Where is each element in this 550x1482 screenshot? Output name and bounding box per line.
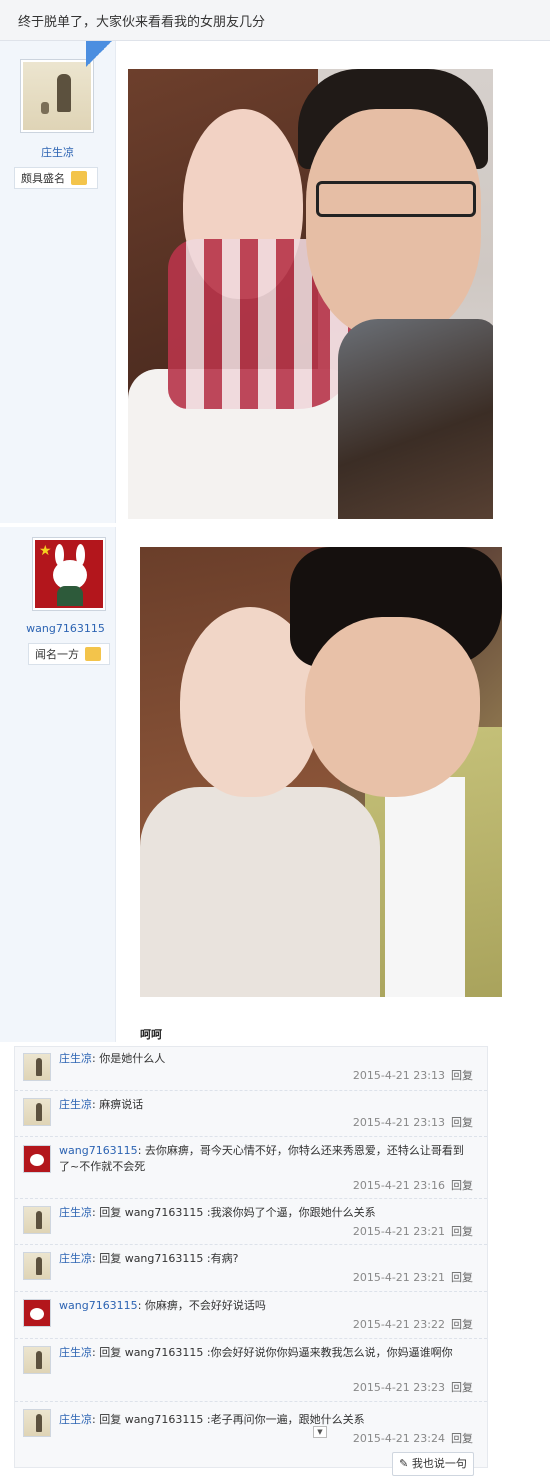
- reply-username[interactable]: 庄生凉: [59, 1413, 92, 1426]
- avatar[interactable]: [23, 1145, 51, 1173]
- list-item: 庄生凉: 回复 wang7163115 :老子再问你一遍，跟她什么关系 2015…: [15, 1402, 487, 1452]
- list-item: wang7163115: 去你麻痹，哥今天心情不好，你特么还来秀恩爱，还特么让哥…: [15, 1137, 487, 1199]
- post-username[interactable]: 庄生凉: [0, 144, 115, 160]
- reply-text: 回复 wang7163115 :老子再问你一遍，跟她什么关系: [99, 1413, 365, 1426]
- reply-link[interactable]: 回复: [451, 1318, 473, 1331]
- pencil-icon: ✎: [399, 1457, 409, 1470]
- list-item: wang7163115: 你麻痹，不会好好说话吗 2015-4-21 23:22…: [15, 1292, 487, 1339]
- list-item: 庄生凉: 麻痹说话 2015-4-21 23:13 回复: [15, 1091, 487, 1137]
- level-title: 闻名一方: [35, 648, 79, 661]
- reply-username[interactable]: 庄生凉: [59, 1052, 92, 1065]
- avatar[interactable]: [23, 1053, 51, 1081]
- reply-link[interactable]: 回复: [451, 1381, 473, 1394]
- reply-username[interactable]: 庄生凉: [59, 1346, 92, 1359]
- reply-time: 2015-4-21 23:16: [352, 1179, 445, 1192]
- reply-text: 麻痹说话: [99, 1098, 144, 1111]
- list-item: 庄生凉: 回复 wang7163115 :有病? 2015-4-21 23:21…: [15, 1245, 487, 1292]
- reply-time: 2015-4-21 23:23: [352, 1381, 445, 1394]
- reply-list: 庄生凉: 你是她什么人 2015-4-21 23:13 回复 庄生凉: 麻痹说话 …: [14, 1046, 488, 1468]
- avatar[interactable]: [23, 1409, 51, 1437]
- op-corner-tag: [86, 41, 112, 67]
- reply-username[interactable]: 庄生凉: [59, 1252, 92, 1265]
- reply-text: 回复 wang7163115 :你会好好说你你妈逼来教我怎么说，你妈逼谁啊你: [99, 1346, 453, 1359]
- reply-time: 2015-4-21 23:21: [352, 1271, 445, 1284]
- list-item: 庄生凉: 回复 wang7163115 :我滚你妈了个逼，你跟她什么关系 201…: [15, 1199, 487, 1245]
- reply-link[interactable]: 回复: [451, 1116, 473, 1129]
- reply-time: 2015-4-21 23:13: [352, 1069, 445, 1082]
- avatar[interactable]: [23, 1252, 51, 1280]
- reply-text: 你是她什么人: [99, 1052, 166, 1065]
- post-1: 庄生凉 颇具盛名: [0, 41, 550, 523]
- level-badge: 闻名一方: [28, 643, 110, 665]
- say-something-button[interactable]: ✎ 我也说一句: [392, 1452, 474, 1476]
- reply-link[interactable]: 回复: [451, 1432, 473, 1445]
- reply-time: 2015-4-21 23:22: [352, 1318, 445, 1331]
- reply-username[interactable]: wang7163115: [59, 1299, 138, 1312]
- reply-text: 回复 wang7163115 :我滚你妈了个逼，你跟她什么关系: [99, 1206, 376, 1219]
- reply-link[interactable]: 回复: [451, 1179, 473, 1192]
- reply-time: 2015-4-21 23:24: [352, 1432, 445, 1445]
- post-photo[interactable]: [140, 547, 502, 997]
- reply-link[interactable]: 回复: [451, 1069, 473, 1082]
- avatar[interactable]: ★: [32, 537, 106, 611]
- reply-time: 2015-4-21 23:21: [352, 1225, 445, 1238]
- reply-username[interactable]: wang7163115: [59, 1144, 138, 1157]
- reply-link[interactable]: 回复: [451, 1225, 473, 1238]
- avatar[interactable]: [23, 1346, 51, 1374]
- reply-username[interactable]: 庄生凉: [59, 1206, 92, 1219]
- chevron-down-icon[interactable]: ▼: [313, 1426, 327, 1438]
- post-2: ★ wang7163115 闻名一方: [0, 527, 550, 1042]
- level-title: 颇具盛名: [21, 172, 65, 185]
- post-username[interactable]: wang7163115: [8, 622, 123, 635]
- reply-link[interactable]: 回复: [451, 1271, 473, 1284]
- avatar[interactable]: [23, 1098, 51, 1126]
- post-photo[interactable]: [128, 69, 493, 519]
- thread-title-bar: 终于脱单了，大家伙来看看我的女朋友几分: [0, 0, 550, 41]
- reply-text: 回复 wang7163115 :有病?: [99, 1252, 239, 1265]
- list-item: 庄生凉: 你是她什么人 2015-4-21 23:13 回复: [15, 1047, 487, 1091]
- level-number-badge: [85, 647, 101, 661]
- thread-title: 终于脱单了，大家伙来看看我的女朋友几分: [18, 15, 266, 30]
- reply-text: 你麻痹，不会好好说话吗: [144, 1299, 266, 1312]
- reply-username[interactable]: 庄生凉: [59, 1098, 92, 1111]
- avatar[interactable]: [23, 1299, 51, 1327]
- avatar[interactable]: [23, 1206, 51, 1234]
- level-number-badge: [71, 171, 87, 185]
- avatar[interactable]: [20, 59, 94, 133]
- list-item: 庄生凉: 回复 wang7163115 :你会好好说你你妈逼来教我怎么说，你妈逼…: [15, 1339, 487, 1402]
- say-button-label: 我也说一句: [411, 1457, 467, 1470]
- level-badge: 颇具盛名: [14, 167, 98, 189]
- reply-time: 2015-4-21 23:13: [352, 1116, 445, 1129]
- post-2-text: 呵呵: [140, 1028, 162, 1041]
